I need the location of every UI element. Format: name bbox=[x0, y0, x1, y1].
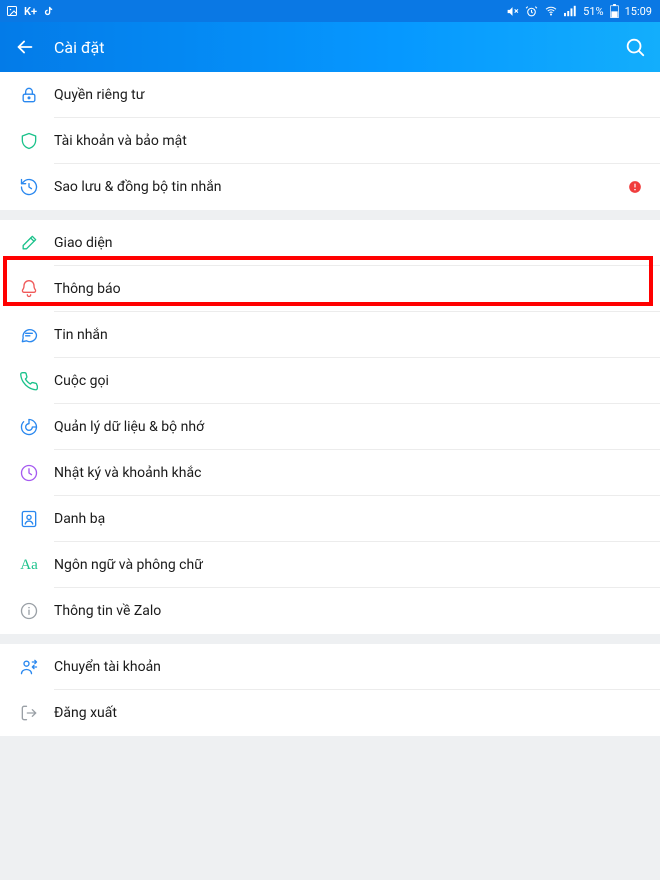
row-label: Cuộc gọi bbox=[54, 373, 109, 389]
row-calls[interactable]: Cuộc gọi bbox=[0, 358, 660, 404]
lock-icon bbox=[18, 84, 40, 106]
search-button[interactable] bbox=[624, 36, 646, 58]
brush-icon bbox=[18, 232, 40, 254]
row-data-storage[interactable]: Quản lý dữ liệu & bộ nhớ bbox=[0, 404, 660, 450]
row-label: Danh bạ bbox=[54, 511, 105, 527]
donut-icon bbox=[18, 416, 40, 438]
row-label: Đăng xuất bbox=[54, 705, 117, 721]
row-contacts[interactable]: Danh bạ bbox=[0, 496, 660, 542]
clock-time: 15:09 bbox=[625, 5, 652, 18]
logout-icon bbox=[18, 702, 40, 724]
row-diary-moments[interactable]: Nhật ký và khoảnh khắc bbox=[0, 450, 660, 496]
row-label: Chuyển tài khoản bbox=[54, 659, 161, 675]
row-label: Giao diện bbox=[54, 235, 112, 251]
row-label: Tài khoản và bảo mật bbox=[54, 133, 187, 149]
row-label: Thông tin về Zalo bbox=[54, 603, 161, 619]
battery-percent: 51% bbox=[583, 5, 603, 18]
row-label: Quản lý dữ liệu & bộ nhớ bbox=[54, 419, 204, 435]
status-left: K+ bbox=[6, 5, 54, 18]
contact-icon bbox=[18, 508, 40, 530]
app-header: Cài đặt bbox=[0, 22, 660, 72]
info-icon bbox=[18, 600, 40, 622]
page-title: Cài đặt bbox=[54, 38, 606, 57]
battery-icon bbox=[610, 4, 619, 18]
row-logout[interactable]: Đăng xuất bbox=[0, 690, 660, 736]
status-right: 51% 15:09 bbox=[506, 4, 652, 18]
settings-group-3: Chuyển tài khoản Đăng xuất bbox=[0, 644, 660, 736]
settings-group-2: Giao diện Thông báo Tin nhắn Cuộc gọi Qu… bbox=[0, 220, 660, 634]
row-label: Nhật ký và khoảnh khắc bbox=[54, 465, 201, 481]
row-privacy[interactable]: Quyền riêng tư bbox=[0, 72, 660, 118]
alarm-icon bbox=[525, 5, 538, 18]
history-icon bbox=[18, 176, 40, 198]
row-label: Quyền riêng tư bbox=[54, 87, 144, 103]
group-separator bbox=[0, 210, 660, 220]
row-notifications[interactable]: Thông báo bbox=[0, 266, 660, 312]
row-account-security[interactable]: Tài khoản và bảo mật bbox=[0, 118, 660, 164]
status-bar: K+ 51% 15:09 bbox=[0, 0, 660, 22]
row-label: Ngôn ngữ và phông chữ bbox=[54, 557, 203, 573]
wifi-icon bbox=[544, 5, 558, 17]
signal-icon bbox=[564, 5, 577, 17]
row-backup-sync[interactable]: Sao lưu & đồng bộ tin nhắn bbox=[0, 164, 660, 210]
group-separator bbox=[0, 634, 660, 644]
font-aa-icon: Aa bbox=[18, 554, 40, 576]
row-switch-account[interactable]: Chuyển tài khoản bbox=[0, 644, 660, 690]
row-label: Sao lưu & đồng bộ tin nhắn bbox=[54, 179, 222, 195]
clock-icon bbox=[18, 462, 40, 484]
settings-group-1: Quyền riêng tư Tài khoản và bảo mật Sao … bbox=[0, 72, 660, 210]
chat-icon bbox=[18, 324, 40, 346]
shield-icon bbox=[18, 130, 40, 152]
row-label: Thông báo bbox=[54, 281, 121, 297]
gallery-icon bbox=[6, 5, 18, 17]
tiktok-icon bbox=[43, 5, 54, 17]
bell-icon bbox=[18, 278, 40, 300]
row-label: Tin nhắn bbox=[54, 327, 108, 343]
mute-icon bbox=[506, 5, 519, 18]
row-language-font[interactable]: Aa Ngôn ngữ và phông chữ bbox=[0, 542, 660, 588]
alert-icon bbox=[628, 180, 642, 194]
switch-user-icon bbox=[18, 656, 40, 678]
row-about[interactable]: Thông tin về Zalo bbox=[0, 588, 660, 634]
row-interface[interactable]: Giao diện bbox=[0, 220, 660, 266]
phone-icon bbox=[18, 370, 40, 392]
kplus-indicator: K+ bbox=[24, 5, 37, 18]
back-button[interactable] bbox=[14, 36, 36, 58]
row-messages[interactable]: Tin nhắn bbox=[0, 312, 660, 358]
